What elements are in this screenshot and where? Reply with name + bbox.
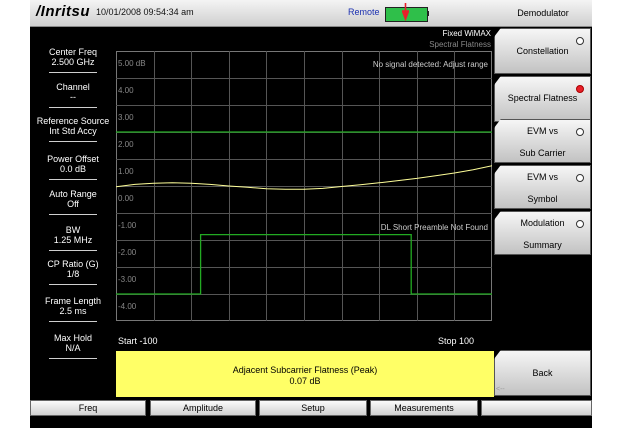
param-value: 2.500 GHz [51, 57, 95, 67]
status-bar: /Inritsu 10/01/2008 09:54:34 am Remote [30, 0, 494, 27]
param-divider [49, 321, 97, 322]
param-power-offset[interactable]: Power Offset 0.0 dB [30, 154, 116, 180]
param-bw[interactable]: BW 1.25 MHz [30, 225, 116, 251]
menu-title: Demodulator [494, 0, 592, 27]
param-label: BW [65, 225, 81, 235]
param-label: Max Hold [53, 333, 92, 343]
softkey-label: Sub Carrier [519, 148, 566, 158]
y-tick-label: -2.00 [118, 248, 137, 257]
softkey-label: Back [532, 368, 553, 378]
bottom-tab-measurements[interactable]: Measurements [370, 400, 478, 416]
softkey-constellation[interactable]: Constellation [494, 28, 591, 74]
graph-subtitle: Spectral Flatness [429, 40, 491, 49]
measurement-result: Adjacent Subcarrier Flatness (Peak) 0.07… [116, 351, 494, 397]
param-label: Power Offset [47, 154, 99, 164]
param-auto-range[interactable]: Auto Range Off [30, 189, 116, 215]
param-value: 0.0 dB [59, 164, 87, 174]
stop-label: Stop 100 [438, 336, 475, 346]
spectral-flatness-graph [116, 51, 492, 321]
param-divider [49, 141, 97, 142]
softkey-label: Constellation [516, 46, 569, 56]
param-label: Frame Length [44, 296, 102, 306]
bottom-tab-amplitude[interactable]: Amplitude [150, 400, 256, 416]
result-value: 0.07 dB [289, 376, 321, 386]
param-center-freq[interactable]: Center Freq 2.500 GHz [30, 47, 116, 73]
param-reference-source[interactable]: Reference Source Int Std Accy [30, 116, 116, 142]
param-label: CP Ratio (G) [47, 259, 99, 269]
radio-icon [576, 128, 584, 136]
radio-icon [576, 174, 584, 182]
param-label: Auto Range [49, 189, 97, 199]
param-value: 1/8 [66, 269, 80, 279]
brand-logo: /Inritsu [36, 3, 91, 20]
radio-icon [576, 37, 584, 45]
param-value: Off [67, 199, 79, 209]
param-value: -- [70, 92, 76, 102]
result-label: Adjacent Subcarrier Flatness (Peak) [232, 365, 378, 375]
y-tick-label: 5.00 dB [118, 59, 146, 68]
param-divider [49, 179, 97, 180]
battery-tip [427, 11, 429, 16]
param-divider [49, 214, 97, 215]
param-divider [49, 250, 97, 251]
softkey-label: Symbol [527, 194, 558, 204]
y-tick-label: 2.00 [118, 140, 134, 149]
y-tick-label: 1.00 [118, 167, 134, 176]
bottom-tab-setup[interactable]: Setup [259, 400, 367, 416]
param-value: 2.5 ms [59, 306, 87, 316]
graph-title: Fixed WiMAX [442, 29, 491, 38]
bottom-tab-blank[interactable] [481, 400, 592, 416]
softkey-spectral-flatness[interactable]: Spectral Flatness [494, 76, 591, 122]
datetime: 10/01/2008 09:54:34 am [96, 7, 194, 17]
start-label: Start -100 [118, 336, 158, 346]
softkey-label: Summary [523, 240, 562, 250]
y-tick-label: 0.00 [118, 194, 134, 203]
preamble-message: DL Short Preamble Not Found [380, 223, 488, 232]
param-label: Center Freq [48, 47, 98, 57]
param-frame-length[interactable]: Frame Length 2.5 ms [30, 296, 116, 322]
param-divider [49, 72, 97, 73]
no-signal-message: No signal detected: Adjust range [372, 60, 488, 69]
param-value: 1.25 MHz [53, 235, 93, 245]
radio-icon [576, 220, 584, 228]
param-channel[interactable]: Channel -- [30, 82, 116, 108]
radio-selected-icon [576, 85, 584, 93]
y-tick-label: -1.00 [118, 221, 137, 230]
param-max-hold[interactable]: Max Hold N/A [30, 333, 116, 359]
softkey-evm-symbol[interactable]: EVM vs Symbol [494, 165, 591, 209]
param-value: N/A [65, 343, 81, 353]
chart-grid [116, 51, 492, 321]
power-plug-icon [402, 3, 409, 21]
param-label: Channel [56, 82, 90, 92]
softkey-evm-sub-carrier[interactable]: EVM vs Sub Carrier [494, 119, 591, 163]
instrument-display: /Inritsu 10/01/2008 09:54:34 am Remote D… [30, 0, 592, 428]
param-cp-ratio[interactable]: CP Ratio (G) 1/8 [30, 259, 116, 285]
param-label: Reference Source [36, 116, 110, 126]
remote-indicator: Remote [348, 7, 380, 17]
back-arrow: <-- [496, 386, 505, 393]
param-divider [49, 284, 97, 285]
screen: /Inritsu 10/01/2008 09:54:34 am Remote D… [0, 0, 622, 428]
chart-svg [116, 51, 492, 321]
bottom-tab-freq[interactable]: Freq [30, 400, 146, 416]
y-tick-label: -3.00 [118, 275, 137, 284]
param-value: Int Std Accy [49, 126, 97, 136]
softkey-label: Spectral Flatness [507, 93, 578, 103]
softkey-modulation-summary[interactable]: Modulation Summary [494, 211, 591, 255]
param-divider [49, 358, 97, 359]
param-divider [49, 107, 97, 108]
y-tick-label: -4.00 [118, 302, 137, 311]
y-tick-label: 4.00 [118, 86, 134, 95]
softkey-back[interactable]: Back [494, 350, 591, 396]
y-tick-label: 3.00 [118, 113, 134, 122]
